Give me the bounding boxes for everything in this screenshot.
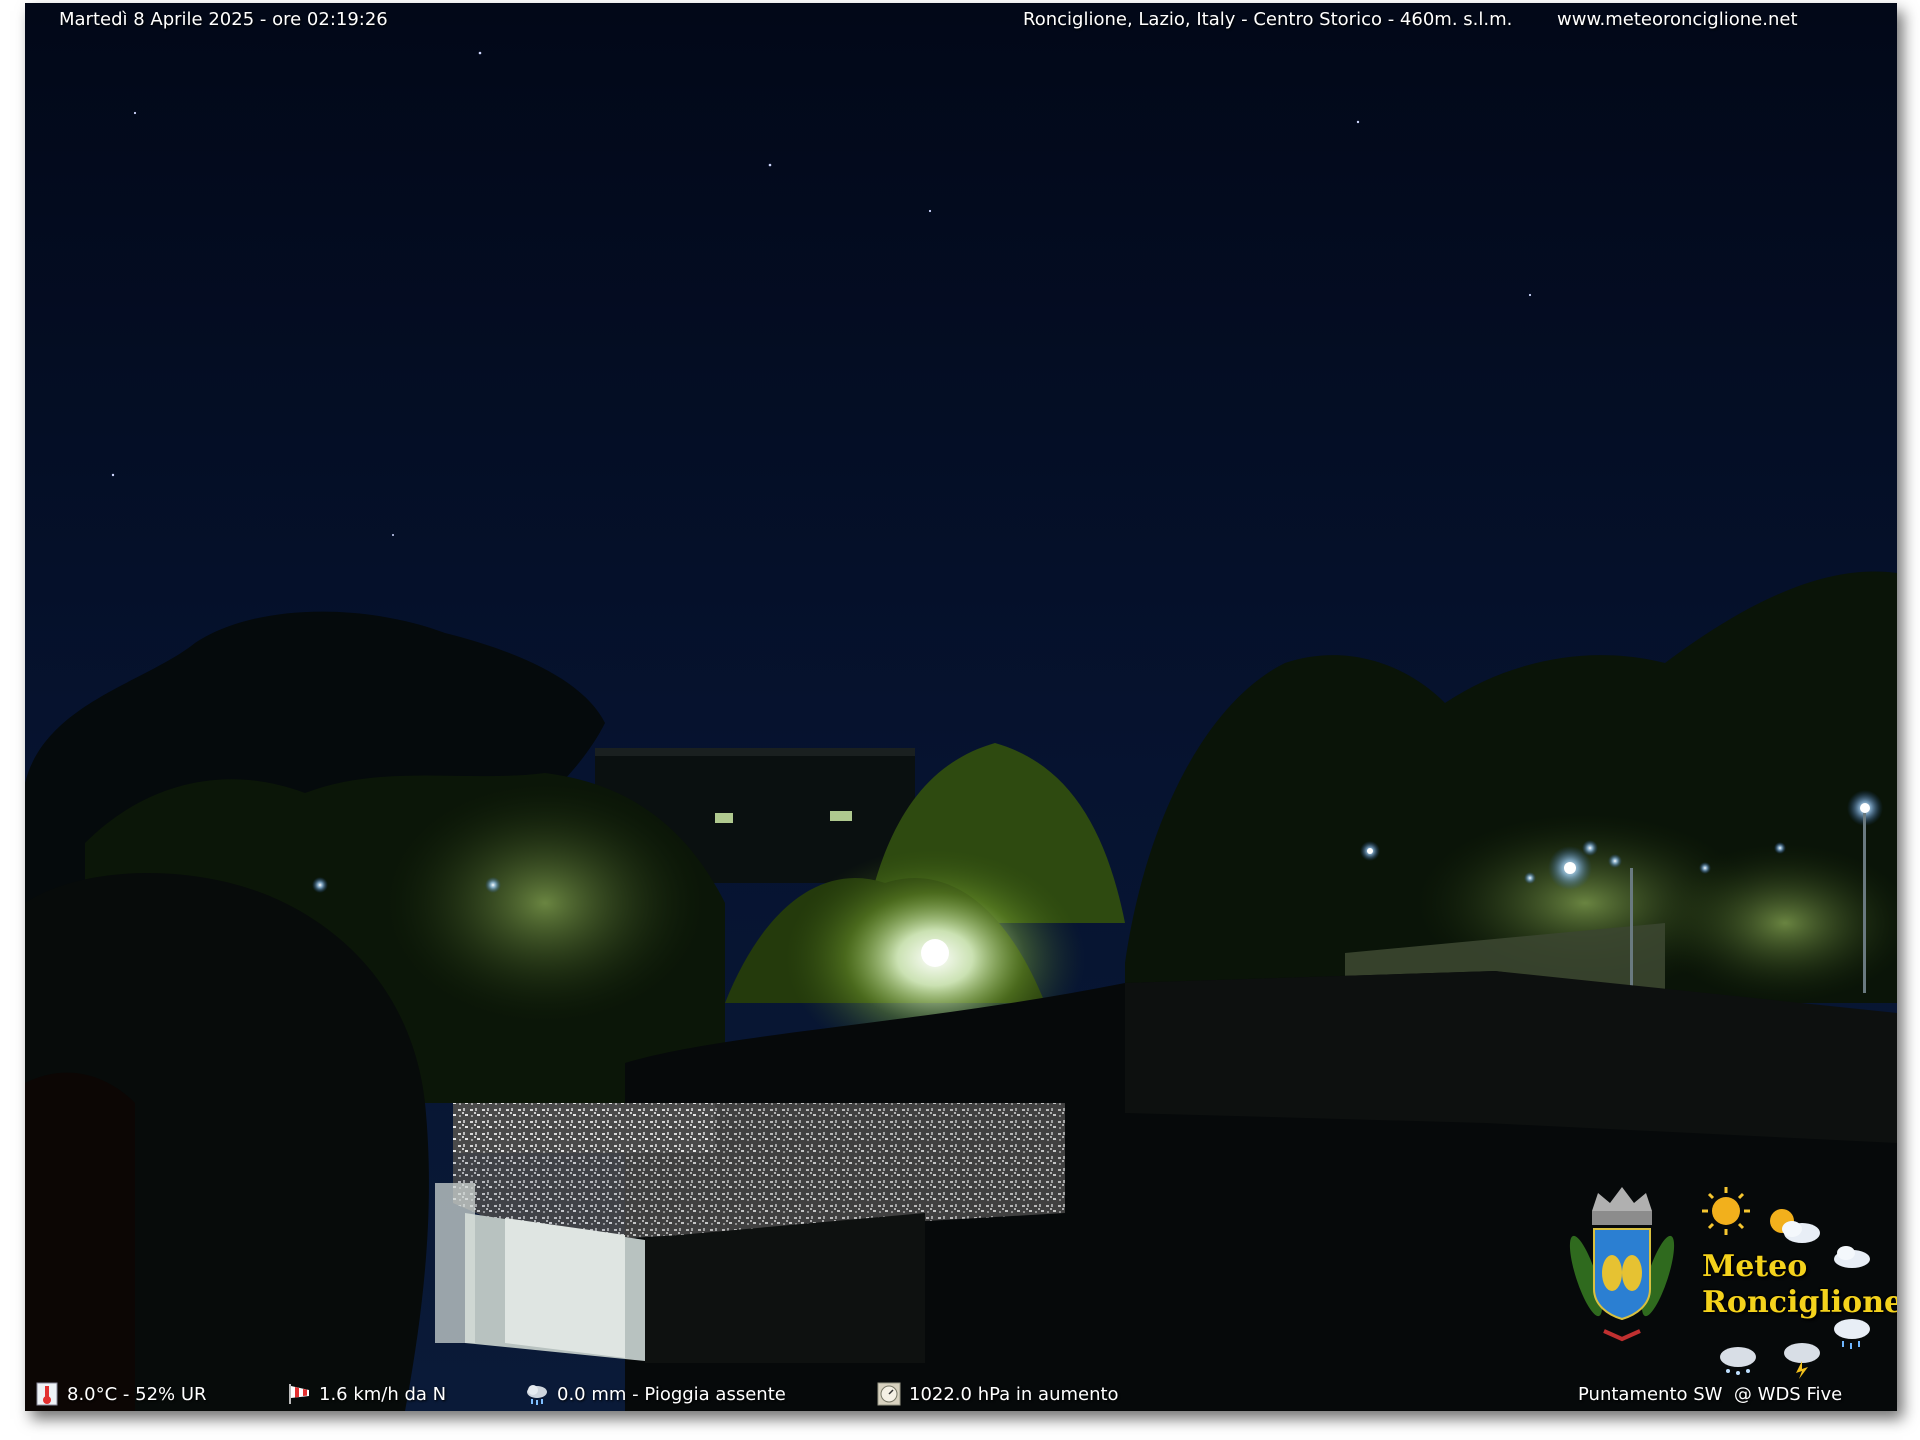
pressure-value: 1022.0 hPa in aumento (909, 1383, 1119, 1405)
crown-icon (1592, 1187, 1652, 1225)
temperature-status: 8.0°C - 52% UR (35, 1381, 207, 1407)
logo-title-line1: Meteo (1702, 1249, 1808, 1284)
website-link[interactable]: www.meteoronciglione.net (1557, 9, 1798, 30)
rain-value: 0.0 mm - Pioggia assente (557, 1383, 786, 1405)
cloud-icon (1834, 1246, 1870, 1268)
sun-icon (1702, 1187, 1750, 1235)
timestamp: Martedì 8 Aprile 2025 - ore 02:19:26 (59, 9, 388, 30)
rain-cloud-icon (527, 1385, 547, 1405)
wind-status: 1.6 km/h da N (287, 1381, 446, 1407)
thermometer-icon (36, 1382, 58, 1406)
thunderstorm-icon (1784, 1343, 1820, 1379)
barometer-icon (877, 1382, 901, 1406)
temperature-value: 8.0°C - 52% UR (67, 1383, 207, 1405)
camera-pointing-status: Puntamento SW @ WDS Five (1578, 1381, 1842, 1407)
rain-icon (1834, 1319, 1870, 1349)
location-label: Ronciglione, Lazio, Italy - Centro Stori… (1023, 9, 1513, 30)
wind-value: 1.6 km/h da N (319, 1383, 447, 1405)
partly-cloudy-icon (1770, 1209, 1820, 1243)
coat-of-arms-icon (1593, 1228, 1651, 1321)
camera-pointing-value: Puntamento SW @ WDS Five (1578, 1383, 1843, 1405)
logo-title-line2: Ronciglione (1702, 1285, 1897, 1320)
windsock-icon (289, 1384, 309, 1404)
rain-status: 0.0 mm - Pioggia assente (525, 1381, 786, 1407)
pressure-status: 1022.0 hPa in aumento (877, 1381, 1119, 1407)
webcam-frame: Martedì 8 Aprile 2025 - ore 02:19:26 Ron… (25, 3, 1897, 1411)
meteo-ronciglione-logo: Meteo Ronciglione (1552, 1181, 1897, 1381)
snow-icon (1720, 1347, 1756, 1375)
